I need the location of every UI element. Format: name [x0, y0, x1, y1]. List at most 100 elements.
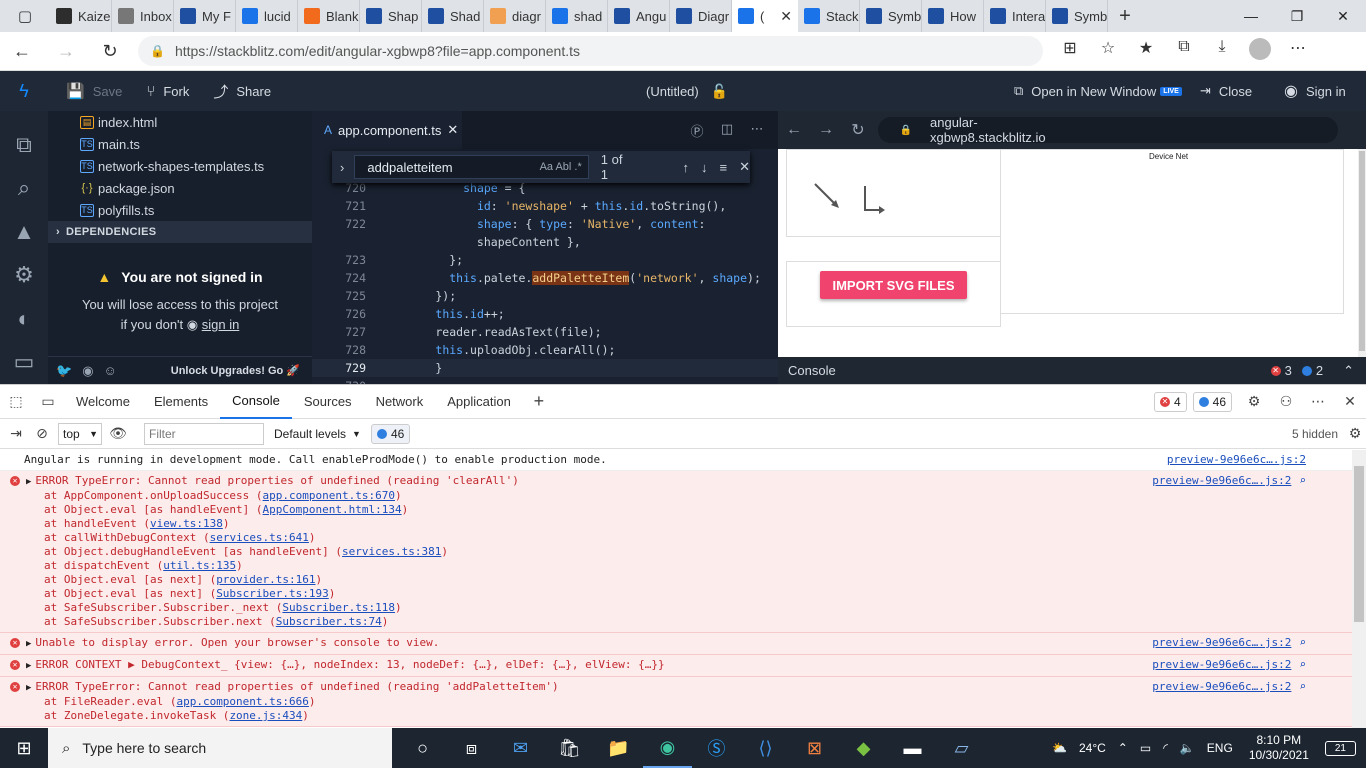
file-explorer-icon[interactable]: 📁 [594, 728, 643, 768]
find-input[interactable]: addpaletteitem Aa Abl .* [354, 155, 589, 179]
twitter-icon[interactable]: 🐦 [56, 363, 72, 379]
code-lines[interactable]: 720 shape = {721 id: 'newshape' + this.i… [312, 179, 778, 393]
split-icon[interactable]: ◫ [712, 121, 742, 140]
more-icon[interactable]: ⋯ [1302, 393, 1334, 410]
downloads-icon[interactable]: ⤓ [1203, 38, 1241, 65]
start-icon[interactable]: ⊞ [0, 738, 48, 759]
inspect-icon[interactable]: ⬚ [0, 393, 32, 410]
edge-icon[interactable]: ◉ [643, 728, 692, 768]
close-tab-icon[interactable]: ✕ [447, 122, 458, 138]
preview-scrollbar[interactable] [1358, 149, 1366, 357]
more-icon[interactable]: ⋯ [1279, 38, 1317, 65]
project-title[interactable]: (Untitled) 🔓 [646, 83, 728, 100]
stackblitz-logo-icon[interactable]: ϟ [0, 81, 48, 102]
preview-forward-icon[interactable]: → [810, 121, 842, 139]
previous-match-icon[interactable]: ↑ [683, 160, 690, 175]
tab-console[interactable]: Console [220, 385, 292, 419]
app-icon[interactable]: ◆ [839, 728, 888, 768]
browser-tab[interactable]: Angu [608, 0, 670, 32]
terminal-icon[interactable]: ▬ [888, 728, 937, 768]
search-issue-icon[interactable]: ⌕ [1299, 680, 1306, 723]
toggle-replace-icon[interactable]: › [340, 160, 344, 175]
profile-icon[interactable] [1241, 37, 1279, 65]
browser-tab[interactable]: How [922, 0, 984, 32]
file-item[interactable]: TS main.ts [48, 133, 312, 155]
browser-tab[interactable]: Symb [1046, 0, 1108, 32]
browser-tab[interactable]: Shap [360, 0, 422, 32]
close-tab-icon[interactable]: ✕ [780, 8, 792, 25]
source-link[interactable]: Subscriber.ts:118 [282, 601, 395, 614]
taskbar-search[interactable]: ⌕ Type here to search [48, 728, 392, 768]
console-message[interactable]: ✕ ▶ ERROR CONTEXT ▶ DebugContext_ {view: {… [0, 655, 1352, 677]
files-icon[interactable]: ⧉ [16, 123, 32, 167]
notepad-icon[interactable]: ▱ [937, 728, 986, 768]
device-emulation-icon[interactable]: ▭ [32, 393, 64, 410]
preview-back-icon[interactable]: ← [778, 121, 810, 139]
source-link[interactable]: util.ts:135 [163, 559, 236, 572]
wifi-icon[interactable]: ◜ [1163, 741, 1168, 755]
find-in-selection-icon[interactable]: ≡ [720, 160, 728, 175]
minimize-icon[interactable]: — [1228, 8, 1274, 25]
tab-sources[interactable]: Sources [292, 385, 364, 419]
tab-application[interactable]: Application [435, 385, 523, 419]
sidebar-toggle-icon[interactable]: ⇥ [0, 425, 32, 442]
forward-icon[interactable]: → [44, 41, 88, 62]
language[interactable]: ENG [1207, 741, 1233, 755]
github-icon[interactable]: ◉ [82, 363, 93, 379]
browser-tab[interactable]: Intera [984, 0, 1046, 32]
extensions-icon[interactable]: ▲ [13, 210, 35, 254]
collections-icon[interactable]: ⧉ [1165, 38, 1203, 65]
error-badge[interactable]: ✕ 4 [1153, 391, 1187, 412]
mail-icon[interactable]: ✉ [496, 728, 545, 768]
notifications-icon[interactable]: 21 [1324, 740, 1356, 756]
source-link[interactable]: services.ts:381 [342, 545, 441, 558]
console-message[interactable]: ✕ ▶ Unable to display error. Open your bro… [0, 633, 1352, 655]
close-window-icon[interactable]: ✕ [1320, 8, 1366, 25]
close-find-icon[interactable]: ✕ [739, 159, 750, 175]
browser-tab[interactable]: diagr [484, 0, 546, 32]
more-tools-icon[interactable]: + [523, 391, 555, 412]
store-icon[interactable]: 🛍 [545, 728, 594, 768]
fork-button[interactable]: ⑂ Fork [146, 83, 189, 100]
skype-icon[interactable]: Ⓢ [692, 728, 741, 768]
console-message[interactable]: ✕ ▶ ERROR TypeError: Cannot read propertie… [0, 471, 1352, 633]
browser-tab[interactable]: Blank [298, 0, 360, 32]
console-message[interactable]: Angular is running in development mode. … [0, 450, 1352, 471]
unlock-upgrades-link[interactable]: Unlock Upgrades! Go 🚀 [171, 364, 300, 377]
vscode-icon[interactable]: ⟨⟩ [741, 728, 790, 768]
file-item[interactable]: TS network-shapes-templates.ts [48, 155, 312, 177]
url-input[interactable]: 🔒 https://stackblitz.com/edit/angular-xg… [138, 36, 1043, 66]
apps-icon[interactable]: ⊞ [1051, 38, 1089, 65]
browser-tab[interactable]: Shad [422, 0, 484, 32]
open-new-window-button[interactable]: ⧉ Open in New Window LIVE [1014, 83, 1182, 99]
code-line[interactable]: 722 shape: { type: 'Native', content: [312, 215, 778, 233]
source-link[interactable]: preview-9e96e6c….js:2 [1167, 453, 1306, 467]
find-options[interactable]: Aa Abl .* [540, 161, 582, 173]
code-line[interactable]: 721 id: 'newshape' + this.id.toString(), [312, 197, 778, 215]
source-link[interactable]: preview-9e96e6c….js:2 [1152, 636, 1291, 651]
tab-elements[interactable]: Elements [142, 385, 220, 419]
battery-icon[interactable]: ▭ [1140, 741, 1151, 755]
share-button[interactable]: ⤴ Share [213, 81, 271, 102]
dependencies-section[interactable]: › DEPENDENCIES [48, 221, 312, 243]
new-tab-button[interactable]: + [1108, 5, 1142, 28]
code-line[interactable]: 727 reader.readAsText(file); [312, 323, 778, 341]
source-link[interactable]: provider.ts:161 [216, 573, 315, 586]
close-button[interactable]: ⇥ Close [1200, 83, 1252, 99]
browser-tab[interactable]: Kaize [50, 0, 112, 32]
search-issue-icon[interactable]: ⌕ [1299, 658, 1306, 673]
browser-tab[interactable]: My F [174, 0, 236, 32]
diagram-canvas[interactable]: Device Net [1000, 149, 1344, 314]
browser-tab[interactable]: lucid [236, 0, 298, 32]
close-devtools-icon[interactable]: ✕ [1334, 393, 1366, 410]
next-match-icon[interactable]: ↓ [701, 160, 708, 175]
expand-icon[interactable]: ▶ [26, 477, 31, 487]
sign-in-link[interactable]: sign in [202, 317, 240, 332]
code-line[interactable]: 729 } [312, 359, 778, 377]
source-link[interactable]: preview-9e96e6c….js:2 [1152, 680, 1291, 723]
source-link[interactable]: Subscriber.ts:74 [276, 615, 382, 628]
browser-tab[interactable]: shad [546, 0, 608, 32]
console-scrollbar[interactable] [1352, 450, 1366, 729]
refresh-icon[interactable]: ↻ [88, 41, 132, 62]
code-line[interactable]: 726 this.id++; [312, 305, 778, 323]
